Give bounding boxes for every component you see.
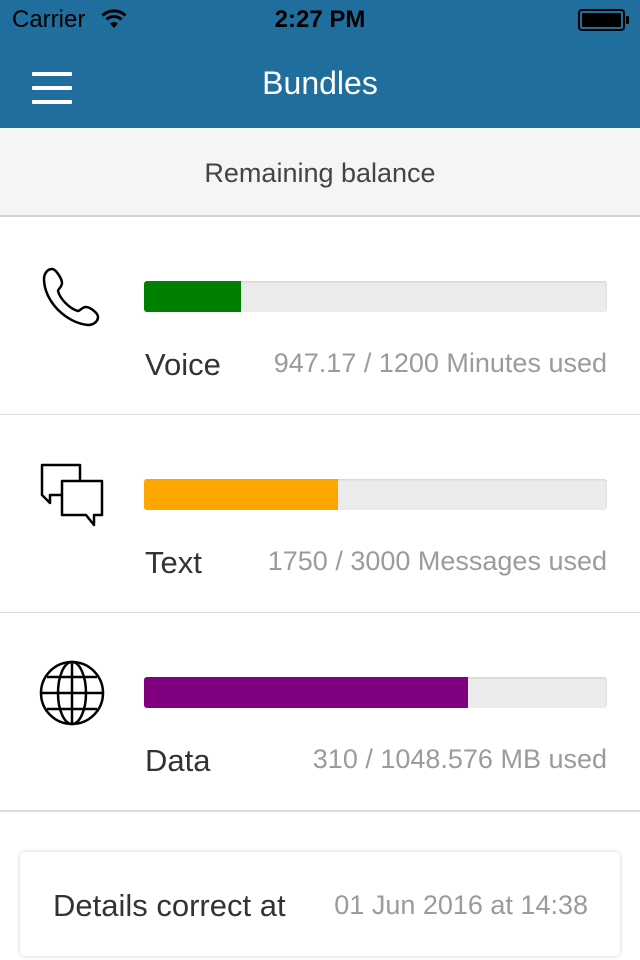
voice-progress-fill bbox=[144, 281, 242, 312]
text-usage: 1750 / 3000 Messages used bbox=[267, 546, 607, 576]
data-progress-bar bbox=[144, 677, 607, 708]
data-label: Data bbox=[145, 743, 211, 778]
remaining-balance-header: Remaining balance bbox=[0, 128, 640, 217]
phone-icon bbox=[42, 267, 100, 327]
globe-icon bbox=[39, 660, 105, 726]
text-progress-bar bbox=[144, 479, 607, 510]
bundle-row-data[interactable]: Data 310 / 1048.576 MB used bbox=[0, 613, 640, 812]
chat-bubbles-icon bbox=[40, 463, 104, 527]
details-card: Details correct at 01 Jun 2016 at 14:38 bbox=[20, 852, 620, 956]
details-timestamp: 01 Jun 2016 at 14:38 bbox=[334, 890, 588, 920]
voice-progress-bar bbox=[144, 281, 607, 312]
page-title: Bundles bbox=[262, 65, 378, 101]
status-time: 2:27 PM bbox=[274, 6, 366, 33]
data-usage: 310 / 1048.576 MB used bbox=[312, 744, 607, 774]
voice-label: Voice bbox=[145, 347, 221, 382]
text-label: Text bbox=[145, 545, 202, 580]
remaining-balance-title: Remaining balance bbox=[204, 158, 436, 188]
navigation-bar: Bundles bbox=[0, 40, 640, 128]
details-label: Details correct at bbox=[53, 888, 286, 923]
bundle-row-text[interactable]: Text 1750 / 3000 Messages used bbox=[0, 415, 640, 614]
voice-usage: 947.17 / 1200 Minutes used bbox=[273, 348, 607, 378]
battery-icon bbox=[578, 9, 629, 31]
data-progress-fill bbox=[144, 677, 469, 708]
bundle-row-voice[interactable]: Voice 947.17 / 1200 Minutes used bbox=[0, 217, 640, 416]
text-progress-fill bbox=[144, 479, 339, 510]
status-bar: Carrier 2:27 PM bbox=[0, 0, 640, 40]
